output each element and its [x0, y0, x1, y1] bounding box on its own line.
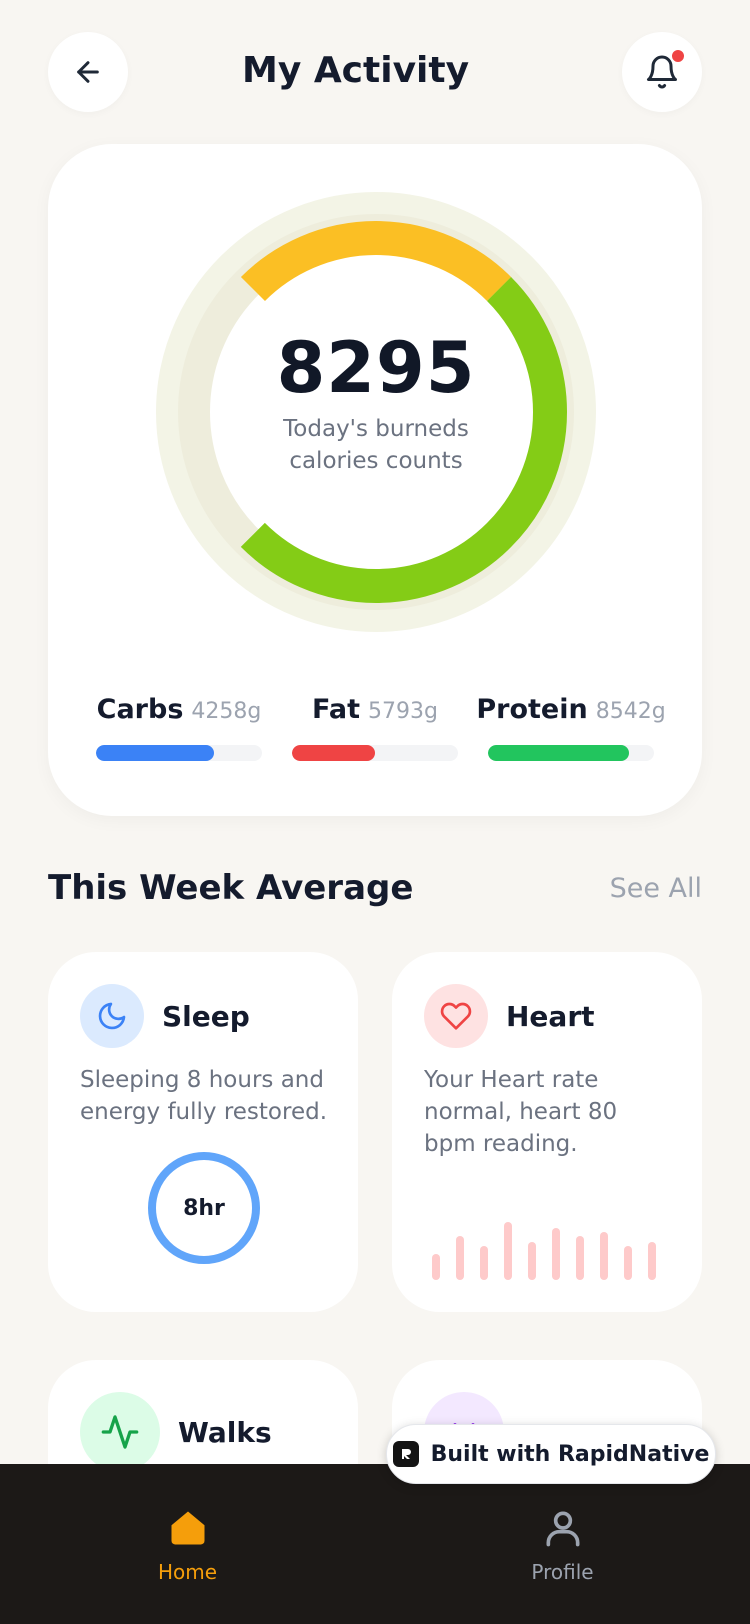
arrow-left-icon [77, 61, 99, 83]
macro-protein: Protein 8542g [476, 694, 666, 761]
card-description: Your Heart rate normal, heart 80 bpm rea… [424, 1067, 618, 1157]
user-icon [546, 1511, 579, 1547]
heart-icon [424, 984, 488, 1048]
macro-name: Carbs [96, 694, 184, 725]
heart-card[interactable]: Heart Your Heart rate normal, heart 80 b… [392, 952, 702, 1312]
macro-list: Carbs 4258g Fat 5793g Protein 8542g [96, 694, 666, 761]
sleep-hours-label: 8hr [183, 1195, 225, 1221]
progress-track [96, 745, 262, 761]
calorie-card: 8295 Today's burneds calories counts Car… [48, 144, 702, 816]
tab-home[interactable]: Home [118, 1464, 258, 1624]
built-with-badge[interactable]: Built with RapidNative [386, 1424, 716, 1484]
back-button[interactable] [48, 32, 128, 112]
card-title: Walks [178, 1415, 272, 1449]
week-average-header: This Week Average See All [48, 868, 702, 908]
progress-fill [488, 745, 630, 761]
progress-fill [292, 745, 375, 761]
card-title: Heart [506, 999, 595, 1033]
progress-track [292, 745, 458, 761]
activity-icon [80, 1392, 160, 1472]
heart-rate-bar [576, 1236, 584, 1280]
heart-rate-bars [430, 1220, 670, 1280]
progress-track [488, 745, 654, 761]
calorie-count: 8295 [276, 327, 476, 409]
tab-bar: Home Profile [0, 1464, 750, 1624]
macro-carbs: Carbs 4258g [96, 694, 262, 761]
header: My Activity [48, 32, 702, 112]
heart-rate-bar [432, 1254, 440, 1280]
macro-value: 4258g [191, 699, 262, 724]
tab-label: Profile [531, 1560, 594, 1584]
macro-name: Protein [476, 694, 588, 725]
see-all-link[interactable]: See All [610, 873, 702, 904]
badge-text: Built with RapidNative [430, 1441, 710, 1467]
moon-icon [80, 984, 144, 1048]
rapidnative-logo-icon [392, 1441, 419, 1467]
heart-rate-bar [480, 1246, 488, 1280]
sleep-hours-ring: 8hr [148, 1152, 260, 1264]
section-title: This Week Average [48, 868, 414, 908]
notification-dot [670, 48, 686, 64]
home-icon [171, 1511, 204, 1545]
progress-fill [96, 745, 214, 761]
page-title: My Activity [242, 50, 470, 91]
macro-fat: Fat 5793g [292, 694, 458, 761]
tab-label: Home [157, 1560, 218, 1584]
notifications-button[interactable] [622, 32, 702, 112]
heart-rate-bar [528, 1242, 536, 1280]
card-title: Sleep [162, 999, 250, 1033]
sleep-card[interactable]: Sleep Sleeping 8 hours and energy fully … [48, 952, 358, 1312]
tab-profile[interactable]: Profile [493, 1464, 633, 1624]
macro-value: 5793g [368, 699, 438, 724]
macro-name: Fat [312, 694, 361, 725]
heart-rate-bar [456, 1236, 464, 1280]
macro-value: 8542g [595, 699, 666, 724]
heart-rate-bar [624, 1246, 632, 1280]
heart-rate-bar [504, 1222, 512, 1280]
heart-rate-bar [648, 1242, 656, 1280]
card-description: Sleeping 8 hours and energy fully restor… [80, 1067, 328, 1125]
heart-rate-bar [552, 1228, 560, 1280]
heart-rate-bar [600, 1232, 608, 1280]
calorie-caption: Today's burneds calories counts [283, 416, 469, 474]
calorie-ring: 8295 Today's burneds calories counts [156, 192, 596, 632]
